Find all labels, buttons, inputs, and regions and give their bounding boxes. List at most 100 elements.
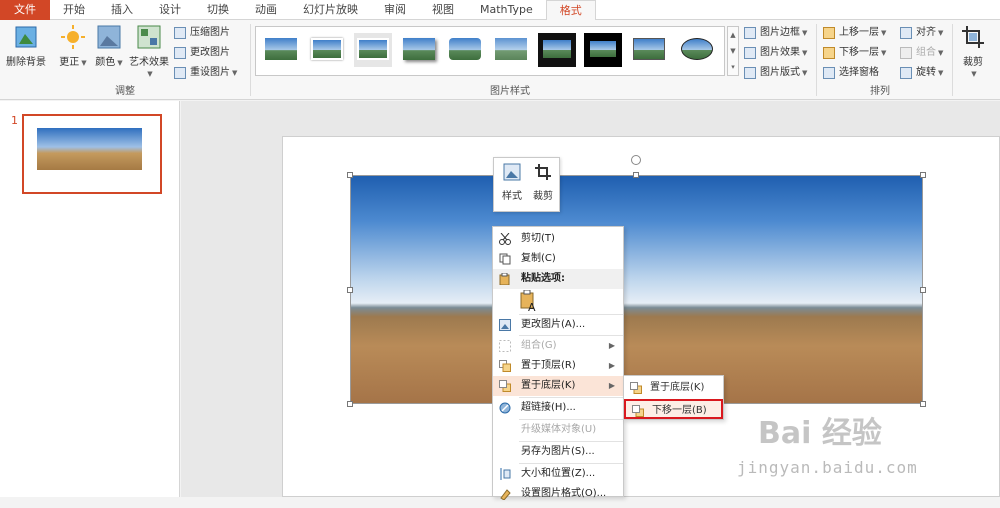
picture-styles-gallery [255,26,725,76]
change-picture-icon [174,47,186,59]
menu-item-format-picture[interactable]: 设置图片格式(O)... [493,484,623,504]
submenu-arrow-icon: ▶ [608,381,615,390]
style-thumb-1[interactable] [262,33,300,67]
menu-item-copy[interactable]: 复制(C) [493,249,623,269]
rotate-button[interactable]: 旋转 ▼ [900,64,943,82]
picture-border-label: 图片边框 [760,27,800,38]
tab-format[interactable]: 格式 [545,0,596,21]
art-effects-button[interactable]: 艺术效果▼ [128,24,170,79]
color-label: 颜色 ▼ [95,57,123,68]
reset-picture-button[interactable]: 重设图片 ▼ [174,64,237,82]
menu-item-send-to-back[interactable]: 置于底层(K) ▶ [493,376,623,396]
tab-slideshow[interactable]: 幻灯片放映 [290,0,371,20]
slide-thumbnail-image [37,128,142,170]
color-button[interactable]: 颜色 ▼ [94,24,124,68]
tab-view[interactable]: 视图 [419,0,467,20]
color-icon [96,24,122,50]
resize-handle[interactable] [920,401,926,407]
mini-style-button[interactable]: 样式 [497,163,527,202]
resize-handle[interactable] [347,172,353,178]
svg-text:A: A [528,301,536,312]
picture-border-button[interactable]: 图片边框 ▼ [744,24,807,42]
menu-item-group[interactable]: 组合(G) ▶ [493,336,623,356]
menu-item-change-picture[interactable]: 更改图片(A)... [493,315,623,335]
ribbon-separator [816,24,817,96]
hyperlink-icon [499,402,511,414]
menu-item-save-as-picture[interactable]: 另存为图片(S)... [493,442,623,462]
send-to-back-submenu: 置于底层(K) 下移一层(B) [623,375,724,420]
rotate-handle[interactable] [631,155,641,165]
style-thumb-10[interactable] [678,33,716,67]
picture-border-icon [744,27,756,39]
style-thumb-9[interactable] [630,33,668,67]
resize-handle[interactable] [633,172,639,178]
menu-label: 超链接(H)... [521,402,576,413]
align-label: 对齐 [916,27,936,38]
menu-item-cut[interactable]: 剪切(T) [493,229,623,249]
group-label: 组合 [916,47,936,58]
picture-layout-label: 图片版式 [760,67,800,78]
sun-icon [60,24,86,50]
group-icon [499,340,511,352]
submenu-item-send-to-back[interactable]: 置于底层(K) [624,378,723,398]
watermark-brand: Bai 经验 [758,416,882,451]
menu-label: 另存为图片(S)... [521,446,595,457]
crop-icon [534,163,552,181]
remove-background-button[interactable]: 删除背景 [4,24,48,68]
scissors-icon [499,232,511,245]
picture-effects-icon [744,47,756,59]
tab-animations[interactable]: 动画 [242,0,290,20]
menu-item-upgrade-media[interactable]: 升级媒体对象(U) [493,420,623,440]
style-thumb-8[interactable] [584,33,622,67]
ribbon-tabbar: 文件 开始 插入 设计 切换 动画 幻灯片放映 审阅 视图 MathType 格… [0,0,1000,21]
resize-handle[interactable] [920,287,926,293]
reset-picture-label: 重设图片 [190,67,230,78]
tab-insert[interactable]: 插入 [98,0,146,20]
art-effects-label: 艺术效果▼ [129,57,169,78]
menu-label: 设置图片格式(O)... [521,488,607,499]
crop-button[interactable]: 裁剪 ▼ [958,24,988,79]
tab-file[interactable]: 文件 [0,0,50,20]
bring-forward-button[interactable]: 上移一层 ▼ [823,24,886,42]
menu-item-bring-to-front[interactable]: 置于顶层(R) ▶ [493,356,623,376]
paste-keep-text-icon[interactable]: A [519,289,539,314]
tab-design[interactable]: 设计 [146,0,194,20]
correct-button[interactable]: 更正 ▼ [58,24,88,68]
remove-background-icon [13,24,39,50]
gallery-scroll[interactable]: ▲ ▼ ▾ [727,26,739,76]
picture-layout-button[interactable]: 图片版式 ▼ [744,64,807,82]
paste-options-label: 粘贴选项: [521,273,565,284]
selected-picture[interactable] [350,175,923,404]
group-button[interactable]: 组合 ▼ [900,44,943,62]
mini-crop-button[interactable]: 裁剪 [528,163,558,202]
resize-handle[interactable] [920,172,926,178]
paste-icon [499,272,511,286]
tab-home[interactable]: 开始 [50,0,98,20]
ribbon-separator [952,24,953,96]
tab-transitions[interactable]: 切换 [194,0,242,20]
picture-effects-button[interactable]: 图片效果 ▼ [744,44,807,62]
align-button[interactable]: 对齐 ▼ [900,24,943,42]
selection-pane-icon [823,67,835,79]
change-picture-label: 更改图片 [190,47,230,58]
style-thumb-4[interactable] [400,33,438,67]
resize-handle[interactable] [347,401,353,407]
change-picture-button[interactable]: 更改图片 [174,44,230,62]
style-thumb-6[interactable] [492,33,530,67]
send-backward-button[interactable]: 下移一层 ▼ [823,44,886,62]
style-thumb-5[interactable] [446,33,484,67]
style-thumb-2[interactable] [308,33,346,67]
style-thumb-7[interactable] [538,33,576,67]
style-thumb-3[interactable] [354,33,392,67]
tab-review[interactable]: 审阅 [371,0,419,20]
menu-item-hyperlink[interactable]: 超链接(H)... [493,398,623,418]
menu-item-size-position[interactable]: 大小和位置(Z)... [493,464,623,484]
resize-handle[interactable] [347,287,353,293]
group-label-picture-styles: 图片样式 [490,86,530,97]
watermark-url: jingyan.baidu.com [737,458,918,477]
compress-pictures-button[interactable]: 压缩图片 [174,24,230,42]
slide-thumbnail[interactable] [22,114,162,194]
submenu-item-send-backward[interactable]: 下移一层(B) [624,399,723,419]
selection-pane-button[interactable]: 选择窗格 [823,64,879,82]
tab-mathtype[interactable]: MathType [467,0,546,20]
